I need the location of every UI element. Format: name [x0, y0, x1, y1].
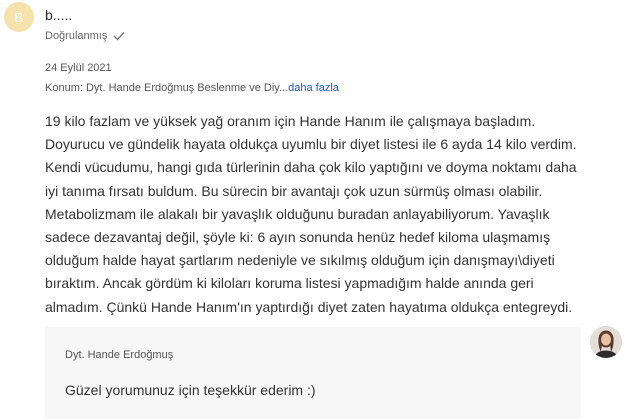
reply-author: Dyt. Hande Erdoğmuş — [65, 349, 174, 361]
topic-more-link[interactable]: daha fazla — [288, 82, 339, 94]
review-text-line: bıraktım. Ancak gördüm ki kiloları korum… — [45, 275, 534, 292]
verified-status: Doğrulanmış — [45, 30, 125, 42]
review-text-line: sadece dezavantaj değil, şöyle ki: 6 ayı… — [45, 229, 551, 246]
review-text: 19 kilo fazlam ve yüksek yağ oranım için… — [45, 110, 617, 319]
doctor-avatar — [590, 326, 622, 358]
review-text-line: 19 kilo fazlam ve yüksek yağ oranım için… — [45, 113, 536, 129]
review-date: 24 Eylül 2021 — [45, 62, 112, 74]
review-text-line: Kendi vücudumu, hangi gıda türlerinin da… — [45, 159, 577, 176]
review-topic: Konum: Dyt. Hande Erdoğmuş Beslenme ve D… — [45, 82, 339, 94]
review-text-line: iyi tanıma fırsatı buldum. Bu sürecin bi… — [45, 182, 543, 199]
review-text-line: Metabolizmam ile alakalı bir yavaşlık ol… — [45, 205, 550, 222]
reply-box: Dyt. Hande Erdoğmuş Güzel yorumunuz için… — [45, 327, 581, 419]
verified-label: Doğrulanmış — [45, 30, 108, 42]
avatar-initial: B — [14, 9, 24, 25]
reply-text: Güzel yorumunuz için teşekkür ederim :) — [65, 382, 316, 398]
review-text-line: olduğum halde hayat şartlarım nedeniyle … — [45, 252, 555, 269]
checkmark-icon — [113, 31, 125, 41]
review-text-line: Doyurucu ve gündelik hayata oldukça uyum… — [45, 136, 577, 153]
review-text-line: almadım. Çünkü Hande Hanım'ın yaptırdığı… — [45, 298, 573, 315]
topic-text: Konum: Dyt. Hande Erdoğmuş Beslenme ve D… — [45, 82, 289, 94]
reviewer-name: b..... — [45, 7, 73, 23]
reviewer-avatar: B — [4, 2, 34, 32]
